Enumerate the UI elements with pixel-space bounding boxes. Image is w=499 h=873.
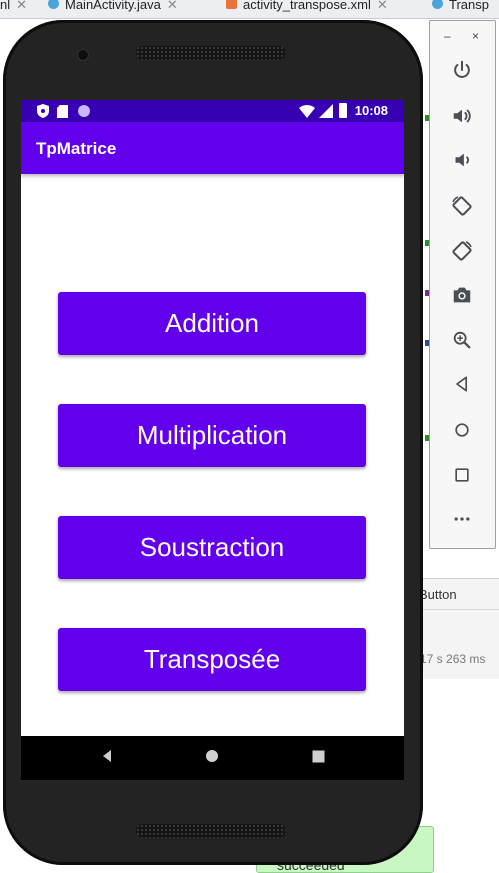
bottom-speaker bbox=[136, 824, 286, 838]
sd-card-icon bbox=[57, 105, 68, 123]
ide-tab-bar: nl ✕ MainActivity.java ✕ activity_transpos… bbox=[0, 0, 499, 19]
ide-tab-mainactivity[interactable]: MainActivity.java ✕ bbox=[48, 0, 218, 18]
nav-back-icon[interactable] bbox=[97, 748, 117, 768]
power-icon[interactable] bbox=[450, 59, 474, 83]
emulator-toolbar: – × bbox=[429, 20, 496, 549]
build-duration: 17 s 263 ms bbox=[420, 652, 486, 666]
divider bbox=[410, 609, 499, 610]
phone-frame: 10:08 TpMatrice Addition Multiplication … bbox=[3, 20, 423, 865]
soustraction-button[interactable]: Soustraction bbox=[58, 516, 366, 579]
ide-attributes-panel: Button 17 s 263 ms bbox=[410, 578, 499, 679]
ide-tab-activity-transpose[interactable]: activity_transpose.xml ✕ bbox=[226, 0, 424, 18]
close-icon[interactable]: × bbox=[472, 29, 479, 43]
volume-up-icon[interactable] bbox=[450, 105, 474, 129]
minimize-icon[interactable]: – bbox=[444, 29, 451, 43]
panel-label: Button bbox=[419, 587, 457, 602]
addition-button[interactable]: Addition bbox=[58, 292, 366, 355]
rotate-left-icon[interactable] bbox=[450, 194, 474, 218]
xml-file-icon bbox=[226, 0, 237, 10]
overview-icon[interactable] bbox=[450, 465, 474, 489]
close-icon[interactable]: ✕ bbox=[377, 0, 388, 12]
close-icon[interactable]: ✕ bbox=[167, 0, 178, 12]
ide-tab-label: Transp bbox=[449, 0, 489, 12]
java-class-icon bbox=[432, 0, 443, 10]
transposee-button[interactable]: Transposée bbox=[58, 628, 366, 691]
wifi-icon bbox=[299, 104, 315, 123]
battery-icon bbox=[339, 103, 347, 118]
camera-icon[interactable] bbox=[450, 284, 474, 308]
top-speaker bbox=[136, 46, 286, 60]
ide-tab-partial[interactable]: nl ✕ bbox=[0, 0, 40, 18]
app-title: TpMatrice bbox=[36, 139, 117, 158]
volume-down-icon[interactable] bbox=[450, 149, 474, 173]
nav-home-icon[interactable] bbox=[202, 748, 222, 768]
app-bar: TpMatrice bbox=[21, 122, 404, 174]
ide-tab-label: activity_transpose.xml bbox=[243, 0, 371, 12]
back-icon[interactable] bbox=[450, 374, 474, 398]
zoom-icon[interactable] bbox=[450, 329, 474, 353]
rotate-right-icon[interactable] bbox=[450, 239, 474, 263]
navigation-bar bbox=[21, 736, 404, 780]
phone-screen: 10:08 TpMatrice Addition Multiplication … bbox=[21, 100, 404, 780]
signal-icon bbox=[319, 104, 333, 123]
status-time: 10:08 bbox=[354, 103, 388, 118]
nav-overview-icon[interactable] bbox=[308, 748, 328, 768]
status-bar: 10:08 bbox=[21, 100, 404, 122]
ide-tab-label: MainActivity.java bbox=[65, 0, 161, 12]
front-camera bbox=[78, 50, 88, 60]
multiplication-button[interactable]: Multiplication bbox=[58, 404, 366, 467]
home-icon[interactable] bbox=[450, 420, 474, 444]
shield-icon bbox=[37, 104, 49, 123]
more-icon[interactable] bbox=[450, 509, 474, 533]
ide-tab-label: nl bbox=[0, 0, 11, 12]
java-class-icon bbox=[48, 0, 59, 10]
ide-tab-transpose[interactable]: Transp bbox=[432, 0, 499, 18]
notification-dot-icon bbox=[78, 105, 90, 117]
close-icon[interactable]: ✕ bbox=[16, 0, 27, 12]
